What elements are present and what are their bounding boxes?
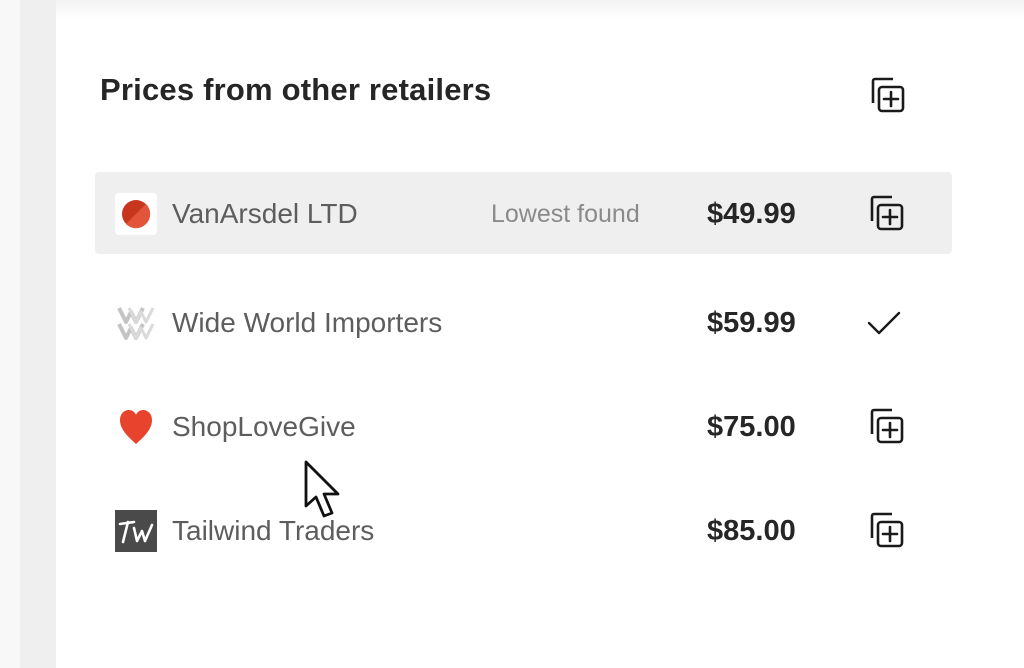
retailer-row-tailwind-traders[interactable]: Tailwind Traders $85.00: [95, 489, 952, 571]
window-edge: [0, 0, 20, 668]
retailer-row-wide-world-importers[interactable]: Wide World Importers $59.99: [95, 281, 952, 363]
add-to-collection-button[interactable]: [861, 190, 907, 236]
retailer-name: Wide World Importers: [172, 307, 443, 338]
left-rail: [20, 0, 56, 668]
retailer-price: $59.99: [707, 307, 796, 339]
retailer-name: Tailwind Traders: [172, 515, 375, 546]
add-all-to-collection-button[interactable]: [862, 72, 908, 118]
page: Prices from other retailers VanArsdel LT…: [0, 0, 1024, 668]
vanarsdel-logo: [115, 193, 157, 235]
add-to-collection-icon: [870, 512, 904, 548]
lowest-found-badge: Lowest found: [491, 200, 640, 228]
retailer-row-shoplovegive[interactable]: ShopLoveGive $75.00: [95, 385, 952, 467]
wide-world-importers-logo: [117, 307, 155, 340]
add-to-collection-icon: [871, 77, 905, 113]
add-to-collection-icon: [870, 195, 904, 231]
retailer-price: $85.00: [707, 515, 796, 547]
retailer-name: VanArsdel LTD: [172, 198, 358, 229]
panel-title: Prices from other retailers: [100, 72, 492, 107]
retailer-price: $75.00: [707, 411, 796, 443]
retailer-name: ShopLoveGive: [172, 411, 356, 442]
add-to-collection-button[interactable]: [861, 403, 907, 449]
tailwind-traders-logo: [115, 510, 157, 552]
retailer-row-vanarsdel[interactable]: VanArsdel LTD Lowest found $49.99: [95, 172, 952, 254]
added-to-collection-button[interactable]: [861, 299, 907, 345]
add-to-collection-button[interactable]: [861, 507, 907, 553]
checkmark-icon: [867, 311, 901, 335]
heart-logo: [120, 410, 152, 444]
top-band: [56, 0, 1024, 20]
add-to-collection-icon: [870, 408, 904, 444]
retailer-price: $49.99: [707, 198, 796, 230]
